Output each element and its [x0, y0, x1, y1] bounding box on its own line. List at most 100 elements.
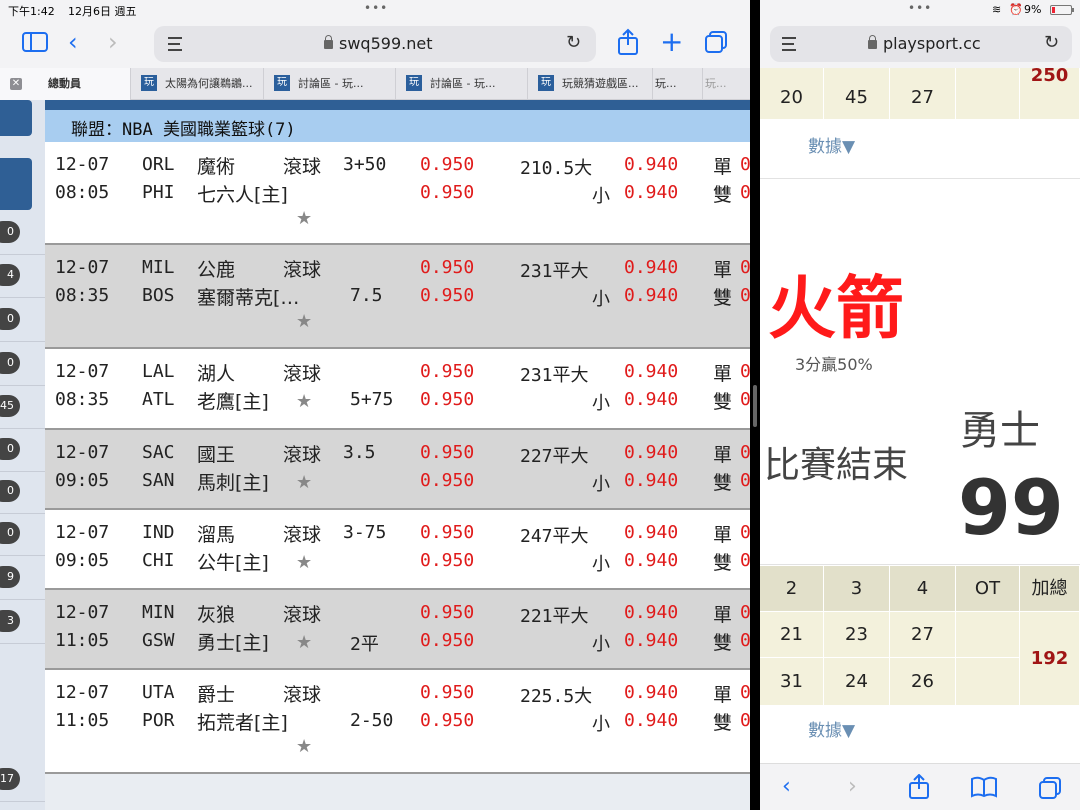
live-betting-link[interactable]: 滾球	[283, 255, 321, 282]
even-odds[interactable]: 0	[740, 285, 750, 306]
handicap-odds[interactable]: 0.950	[420, 257, 474, 278]
share-icon[interactable]	[908, 774, 930, 800]
total-odds[interactable]: 0.940	[624, 710, 678, 731]
total-odds[interactable]: 0.940	[624, 550, 678, 571]
handicap-odds[interactable]: 0.950	[420, 442, 474, 463]
forward-icon[interactable]: ›	[848, 774, 857, 799]
favorite-star-icon[interactable]: ★	[296, 552, 312, 573]
favorite-star-icon[interactable]: ★	[296, 632, 312, 653]
live-betting-link[interactable]: 滾球	[283, 440, 321, 467]
tab-2[interactable]: 玩太陽為何讓鵜鶘...	[130, 68, 263, 100]
even-odds[interactable]: 0	[740, 470, 750, 491]
side-count-badge[interactable]: 9	[0, 566, 20, 588]
side-count-badge[interactable]: 0	[0, 221, 20, 243]
live-betting-link[interactable]: 滾球	[283, 152, 321, 179]
tab-3[interactable]: 玩討論區 - 玩...	[263, 68, 395, 100]
even-odds[interactable]: 0	[740, 182, 750, 203]
tabs-overview-icon[interactable]	[1038, 776, 1062, 800]
even-odds[interactable]: 0	[740, 550, 750, 571]
odd-odds[interactable]: 0	[740, 257, 750, 278]
side-count-badge[interactable]: 0	[0, 522, 20, 544]
side-count-badge[interactable]: 17	[0, 768, 20, 790]
game-row[interactable]: 12-07 09:05 IND CHI 溜馬 公牛[主] 滾球 3-75 0.950 0.950 2…	[45, 510, 750, 588]
handicap-odds[interactable]: 0.950	[420, 682, 474, 703]
back-icon[interactable]: ‹	[782, 774, 791, 799]
handicap-odds[interactable]: 0.950	[420, 182, 474, 203]
side-count-badge[interactable]: 3	[0, 610, 20, 632]
handicap-odds[interactable]: 0.950	[420, 389, 474, 410]
total-odds[interactable]: 0.940	[624, 257, 678, 278]
close-tab-icon[interactable]: ✕	[10, 78, 22, 90]
total-odds[interactable]: 0.940	[624, 522, 678, 543]
multitask-dots-icon[interactable]: •••	[364, 1, 388, 15]
game-row[interactable]: 12-07 08:05 ORL PHI 魔術 七六人[主] 滾球 3+50 0.950 0.950…	[45, 142, 750, 243]
split-view-handle[interactable]	[753, 385, 757, 427]
tab-1[interactable]: ✕ 總動員	[0, 68, 130, 100]
total-odds[interactable]: 0.940	[624, 285, 678, 306]
reload-icon[interactable]: ↻	[566, 32, 581, 53]
odd-odds[interactable]: 0	[740, 682, 750, 703]
handicap-odds[interactable]: 0.950	[420, 361, 474, 382]
even-odds[interactable]: 0	[740, 710, 750, 731]
handicap-odds[interactable]: 0.950	[420, 602, 474, 623]
total-odds[interactable]: 0.940	[624, 682, 678, 703]
back-icon[interactable]: ‹	[68, 30, 78, 54]
multitask-dots-icon-right[interactable]: •••	[908, 1, 932, 15]
game-row[interactable]: 12-07 11:05 UTA POR 爵士 拓荒者[主] 滾球 2-50 0.950 0.950…	[45, 670, 750, 772]
total-odds[interactable]: 0.940	[624, 182, 678, 203]
handicap-odds[interactable]: 0.950	[420, 630, 474, 651]
game-row[interactable]: 12-07 08:35 LAL ATL 湖人 老鷹[主] 滾球 5+75 0.950 0.950 2…	[45, 349, 750, 428]
tab-4[interactable]: 玩討論區 - 玩...	[395, 68, 527, 100]
side-block-main[interactable]	[0, 158, 32, 210]
reload-icon[interactable]: ↻	[1044, 32, 1059, 53]
live-betting-link[interactable]: 滾球	[283, 680, 321, 707]
even-odds[interactable]: 0	[740, 630, 750, 651]
side-count-badge[interactable]: 0	[0, 308, 20, 330]
handicap-odds[interactable]: 0.950	[420, 522, 474, 543]
new-tab-icon[interactable]: +	[660, 28, 683, 56]
odd-odds[interactable]: 0	[740, 154, 750, 175]
odd-odds[interactable]: 0	[740, 361, 750, 382]
game-row[interactable]: 12-07 11:05 MIN GSW 灰狼 勇士[主] 滾球 2平 0.950 0.950 221…	[45, 590, 750, 668]
total-odds[interactable]: 0.940	[624, 442, 678, 463]
handicap-odds[interactable]: 0.950	[420, 285, 474, 306]
handicap-odds[interactable]: 0.950	[420, 154, 474, 175]
even-odds[interactable]: 0	[740, 389, 750, 410]
handicap-odds[interactable]: 0.950	[420, 710, 474, 731]
side-count-badge[interactable]: 45	[0, 395, 20, 417]
total-odds[interactable]: 0.940	[624, 154, 678, 175]
bookmarks-icon[interactable]	[970, 776, 998, 798]
tab-7[interactable]: 玩...	[702, 68, 750, 100]
game-row[interactable]: 12-07 08:35 MIL BOS 公鹿 塞爾蒂克[… 滾球 7.5 0.950 0.950 2…	[45, 245, 750, 347]
share-icon[interactable]	[616, 28, 640, 56]
tabs-overview-icon[interactable]	[704, 30, 728, 54]
side-count-badge[interactable]: 0	[0, 352, 20, 374]
tab-5[interactable]: 玩玩競猜遊戲區...	[527, 68, 652, 100]
favorite-star-icon[interactable]: ★	[296, 472, 312, 493]
total-odds[interactable]: 0.940	[624, 361, 678, 382]
favorite-star-icon[interactable]: ★	[296, 208, 312, 229]
sidebar-icon[interactable]	[22, 32, 48, 52]
side-count-badge[interactable]: 0	[0, 438, 20, 460]
favorite-star-icon[interactable]: ★	[296, 391, 312, 412]
odd-odds[interactable]: 0	[740, 522, 750, 543]
odd-odds[interactable]: 0	[740, 602, 750, 623]
live-betting-link[interactable]: 滾球	[283, 600, 321, 627]
side-count-badge[interactable]: 0	[0, 480, 20, 502]
reader-icon[interactable]	[168, 37, 182, 51]
total-odds[interactable]: 0.940	[624, 389, 678, 410]
address-bar[interactable]: swq599.net ↻	[154, 26, 596, 62]
tab-6[interactable]: 玩...	[652, 68, 702, 100]
odd-odds[interactable]: 0	[740, 442, 750, 463]
forward-icon[interactable]: ›	[108, 30, 118, 54]
live-betting-link[interactable]: 滾球	[283, 359, 321, 386]
data-toggle-link[interactable]: 數據▼	[808, 716, 855, 741]
total-odds[interactable]: 0.940	[624, 602, 678, 623]
side-count-badge[interactable]: 4	[0, 264, 20, 286]
favorite-star-icon[interactable]: ★	[296, 311, 312, 332]
reader-icon[interactable]	[782, 37, 796, 51]
side-block-top[interactable]	[0, 100, 32, 136]
address-bar-right[interactable]: playsport.cc ↻	[770, 26, 1072, 62]
league-bar[interactable]: 聯盟：NBA 美國職業籃球(7)	[45, 110, 750, 142]
data-toggle-link[interactable]: 數據▼	[808, 132, 855, 157]
